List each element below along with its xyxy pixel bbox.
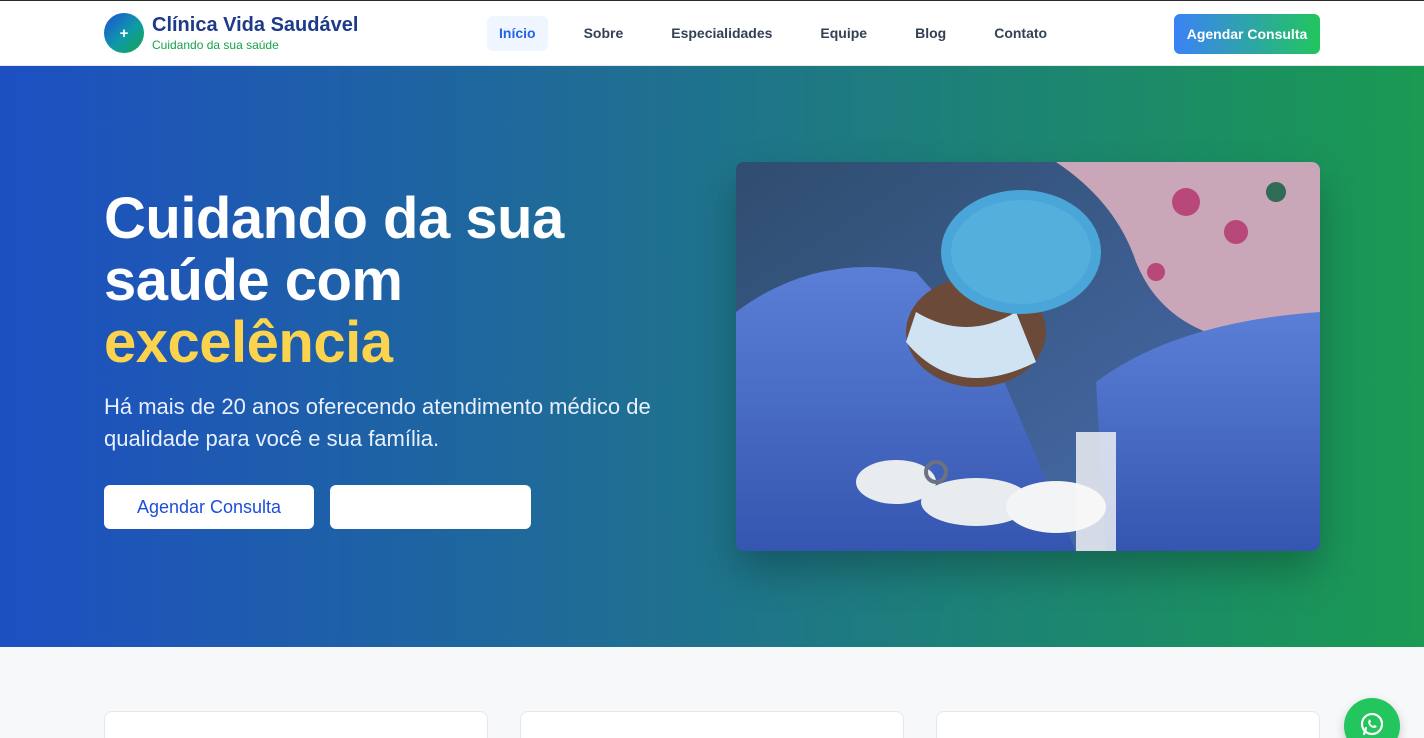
schedule-button-hero[interactable]: Agendar Consulta xyxy=(104,485,314,529)
site-header: + Clínica Vida Saudável Cuidando da sua … xyxy=(0,0,1424,66)
nav-item-especialidades[interactable]: Especialidades xyxy=(671,16,772,51)
nav-item-equipe[interactable]: Equipe xyxy=(820,16,867,51)
brand-tagline: Cuidando da sua saúde xyxy=(152,38,279,52)
brand-name: Clínica Vida Saudável xyxy=(152,14,359,36)
feature-card xyxy=(936,711,1320,738)
whatsapp-icon xyxy=(1358,710,1386,738)
hero-subtitle: Há mais de 20 anos oferecendo atendiment… xyxy=(104,394,651,451)
secondary-hero-button[interactable] xyxy=(330,485,531,529)
feature-card xyxy=(520,711,904,738)
brand-text: Clínica Vida Saudável Cuidando da sua sa… xyxy=(152,13,358,53)
whatsapp-button[interactable] xyxy=(1344,698,1400,738)
schedule-button-header[interactable]: Agendar Consulta xyxy=(1174,14,1320,54)
nav-item-inicio[interactable]: Início xyxy=(487,16,548,51)
nav-item-blog[interactable]: Blog xyxy=(915,16,946,51)
feature-card xyxy=(104,711,488,738)
surgery-photo xyxy=(736,162,1320,551)
main-nav: Início Sobre Especialidades Equipe Blog … xyxy=(487,16,1047,51)
hero-section: Cuidando da sua saúde com excelência Há … xyxy=(0,66,1424,647)
brand[interactable]: + Clínica Vida Saudável Cuidando da sua … xyxy=(104,13,358,53)
hero-title-accent: excelência xyxy=(104,310,393,375)
logo-icon: + xyxy=(104,13,144,53)
nav-item-sobre[interactable]: Sobre xyxy=(584,16,624,51)
hero-title-line1: Cuidando da sua xyxy=(104,186,564,251)
nav-item-contato[interactable]: Contato xyxy=(994,16,1047,51)
hero-title: Cuidando da sua saúde com excelência xyxy=(104,188,564,374)
hero-title-line2: saúde com xyxy=(104,248,403,313)
